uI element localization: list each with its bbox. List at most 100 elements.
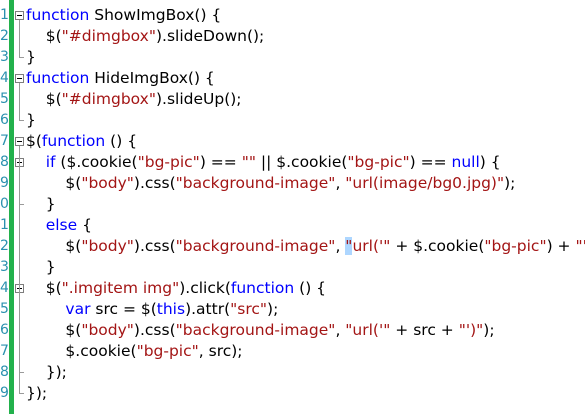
code-token: ShowImgBox() { [89,6,222,24]
code-line[interactable]: else { [26,215,92,236]
string-token: "background-image" [175,174,336,192]
string-token: "body" [81,321,134,339]
code-token: ).click( [179,279,231,297]
code-token: ).css( [133,174,176,192]
string-token: "')" [575,237,585,255]
string-token: "#dimgbox" [61,27,156,45]
code-token: ) == [409,153,452,171]
fold-guide-end [19,57,24,58]
code-token: , [335,174,346,192]
code-token: ).attr( [185,300,231,318]
line-number: 9 [0,385,8,401]
string-token: "bg-pic" [137,153,200,171]
code-line[interactable]: } [26,110,36,131]
code-line[interactable]: }); [26,362,67,383]
code-line[interactable]: var src = $(this).attr("src"); [26,299,278,320]
code-line[interactable]: $("#dimgbox").slideDown(); [26,26,265,47]
line-number: 1 [0,7,8,23]
code-token: } [26,48,36,66]
code-token: } [26,195,56,213]
keyword-token: function [26,69,90,87]
code-line[interactable]: if ($.cookie("bg-pic") == "" || $.cookie… [26,152,501,173]
line-number: 2 [0,238,8,254]
line-number: 5 [0,91,8,107]
collapse-region-icon[interactable] [15,137,24,146]
code-token: HideImgBox() { [89,69,215,87]
line-number: 3 [0,259,8,275]
code-line[interactable]: $("body").css("background-image", "url('… [26,236,585,257]
code-token: $( [26,90,62,108]
code-token: ); [483,321,495,339]
code-token: src = $( [90,300,157,318]
string-token: "body" [81,174,134,192]
code-line[interactable]: $.cookie("bg-pic", src); [26,341,243,362]
code-token: $( [26,27,62,45]
string-token: "bg-pic" [136,342,199,360]
code-token: }); [26,363,67,381]
keyword-token: null [451,153,480,171]
string-token: "background-image" [175,321,336,339]
line-number: 0 [0,196,8,212]
code-token: ) + [546,237,576,255]
code-editor[interactable]: 1 function ShowImgBox() {2 $("#dimgbox").… [0,0,585,414]
fold-guide [19,167,20,205]
code-token: + $.cookie( [390,237,485,255]
line-number: 5 [0,301,8,317]
fold-guide-end [19,120,24,121]
code-token: }); [26,384,48,402]
code-line[interactable]: } [26,257,56,278]
string-token: ".imgitem img" [61,279,180,297]
code-line[interactable]: $("body").css("background-image", "url(i… [26,173,515,194]
code-token: ($.cookie( [55,153,138,171]
code-token: , [335,321,346,339]
line-number: 1 [0,217,8,233]
string-token: "url('" [345,321,391,339]
fold-guide-end [19,393,24,394]
string-token: "body" [81,237,134,255]
line-number: 2 [0,28,8,44]
line-number: 8 [0,154,8,170]
string-token: "" [241,153,256,171]
code-line[interactable]: }); [26,383,47,404]
line-number: 4 [0,70,8,86]
line-number: 4 [0,280,8,296]
code-line[interactable]: $("#dimgbox").slideUp(); [26,89,242,110]
collapse-region-icon[interactable] [15,11,24,20]
code-token: , [335,237,346,255]
fold-guide [19,293,20,373]
string-token: "url(image/bg0.jpg)" [345,174,505,192]
fold-guide [19,83,20,121]
line-number: 9 [0,175,8,191]
code-token: () { [294,279,327,297]
string-token: "src" [230,300,268,318]
keyword-token: this [156,300,186,318]
string-token: "bg-pic" [484,237,547,255]
code-line[interactable]: } [26,47,36,68]
code-line[interactable]: } [26,194,56,215]
line-number: 6 [0,112,8,128]
code-token: || $.cookie( [255,153,348,171]
code-token: ) == [199,153,242,171]
string-token: "#dimgbox" [61,90,156,108]
fold-guide-end [19,204,24,205]
line-number: 7 [0,343,8,359]
code-token: , src); [198,342,243,360]
string-token: "bg-pic" [347,153,410,171]
collapse-region-icon[interactable] [15,74,24,83]
code-token: ).css( [133,321,176,339]
code-token: ) { [479,153,501,171]
code-token: $( [26,237,82,255]
code-line[interactable]: function ShowImgBox() { [26,5,221,26]
code-line[interactable]: $(".imgitem img").click(function () { [26,278,326,299]
keyword-token: function [41,132,106,150]
code-token: ).slideUp(); [155,90,242,108]
code-token: $( [26,132,42,150]
keyword-token: function [230,279,295,297]
code-token: ); [267,300,279,318]
code-line[interactable]: $("body").css("background-image", "url('… [26,320,495,341]
fold-guide [19,20,20,58]
code-line[interactable]: $(function () { [26,131,137,152]
code-line[interactable]: function HideImgBox() { [26,68,215,89]
